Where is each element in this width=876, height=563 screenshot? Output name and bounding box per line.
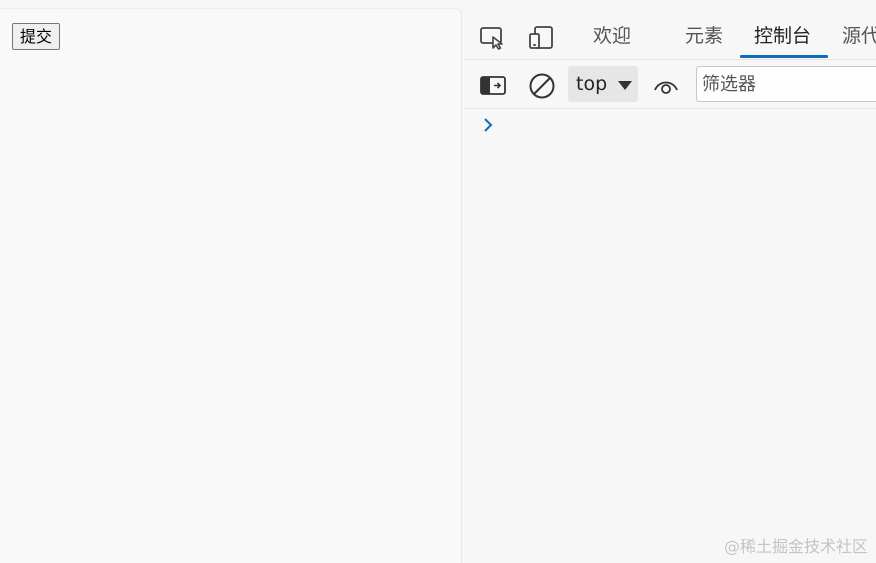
live-expression-eye-icon[interactable]	[652, 72, 680, 100]
filter-input[interactable]	[696, 66, 876, 102]
tab-console[interactable]: 控制台	[754, 22, 811, 56]
tab-sources[interactable]: 源代	[842, 22, 876, 56]
inspect-element-icon[interactable]	[478, 24, 506, 50]
tab-welcome[interactable]: 欢迎	[593, 22, 631, 56]
device-emulation-icon[interactable]	[528, 24, 556, 50]
devtools-panel: 欢迎 元素 控制台 源代 top 筛选器	[464, 0, 876, 563]
tab-elements[interactable]: 元素	[685, 22, 723, 56]
execution-context-select[interactable]: top	[568, 66, 638, 102]
active-tab-indicator	[740, 55, 828, 58]
clear-console-icon[interactable]	[528, 72, 556, 100]
watermark: @稀土掘金技术社区	[723, 537, 868, 556]
console-output[interactable]	[464, 110, 876, 563]
context-value: top	[576, 73, 608, 95]
page-viewport: 提交	[0, 8, 462, 563]
devtools-tab-bar: 欢迎 元素 控制台 源代	[464, 0, 876, 60]
chevron-down-icon	[618, 81, 632, 90]
console-toolbar: top	[464, 61, 876, 109]
show-console-sidebar-icon[interactable]	[479, 72, 507, 100]
chevron-right-icon	[481, 116, 495, 134]
screen: 提交 欢迎 元素 控制台 源代 top 筛选器 @稀土掘金技术社区	[0, 0, 876, 563]
submit-button[interactable]: 提交	[12, 23, 61, 50]
